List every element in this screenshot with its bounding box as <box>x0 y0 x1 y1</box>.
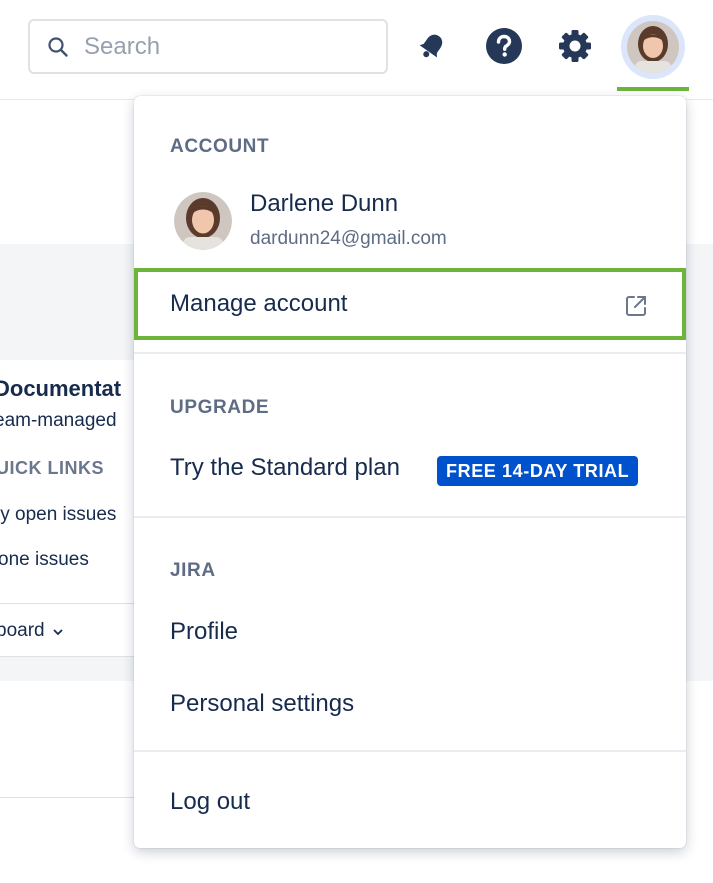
user-name: Darlene Dunn <box>250 190 399 217</box>
try-standard-plan-item[interactable]: Try the Standard plan <box>170 454 400 482</box>
manage-account-button[interactable]: Manage account <box>134 268 686 340</box>
user-email: dardunn24@gmail.com <box>250 228 447 249</box>
menu-divider <box>134 352 686 354</box>
settings-icon[interactable] <box>555 24 595 68</box>
account-menu: ACCOUNT Darlene Dunn dardunn24@gmail.com… <box>134 96 686 848</box>
quick-link-open-issues[interactable]: ly open issues <box>0 504 116 526</box>
menu-divider <box>134 750 686 752</box>
personal-settings-item[interactable]: Personal settings <box>170 690 354 718</box>
profile-item[interactable]: Profile <box>170 618 238 646</box>
project-card: Documentat eam-managed UICK LINKS ly ope… <box>0 360 141 657</box>
external-link-icon <box>624 294 648 318</box>
project-title[interactable]: Documentat <box>0 376 121 402</box>
user-avatar <box>174 192 232 250</box>
free-trial-badge: FREE 14-DAY TRIAL <box>437 456 639 486</box>
jira-heading: JIRA <box>170 560 216 581</box>
search-placeholder: Search <box>84 32 161 60</box>
notifications-icon[interactable] <box>412 24 452 68</box>
divider <box>0 797 140 798</box>
search-input[interactable]: Search <box>28 19 388 74</box>
help-icon[interactable] <box>484 24 524 68</box>
project-type: eam-managed <box>0 410 117 431</box>
top-navigation: Search <box>0 0 713 100</box>
board-dropdown[interactable]: board <box>0 620 63 642</box>
quick-links-heading: UICK LINKS <box>0 458 104 478</box>
search-icon <box>46 35 70 59</box>
avatar[interactable] <box>621 15 685 79</box>
upgrade-heading: UPGRADE <box>170 397 270 418</box>
board-label: board <box>0 620 45 641</box>
card-divider <box>0 603 140 604</box>
active-indicator <box>617 87 689 91</box>
account-heading: ACCOUNT <box>170 136 270 157</box>
quick-link-done-issues[interactable]: one issues <box>0 549 89 571</box>
menu-divider <box>134 516 686 518</box>
log-out-item[interactable]: Log out <box>170 788 250 816</box>
chevron-down-icon <box>52 623 63 639</box>
manage-account-label: Manage account <box>170 290 348 317</box>
